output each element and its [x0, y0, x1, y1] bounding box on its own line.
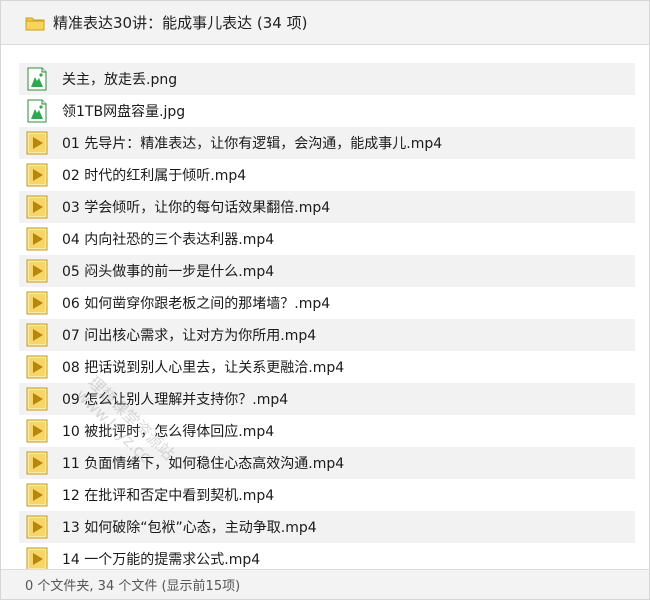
video-file-icon	[26, 387, 48, 411]
file-name: 领1TB网盘容量.jpg	[62, 104, 186, 120]
file-row[interactable]: 13 如何破除“包袱”心态，主动争取.mp4	[19, 511, 635, 543]
file-row[interactable]: 02 时代的红利属于倾听.mp4	[19, 159, 635, 191]
file-row[interactable]: 08 把话说到别人心里去，让关系更融洽.mp4	[19, 351, 635, 383]
folder-icon	[25, 17, 45, 30]
video-file-icon	[26, 131, 48, 155]
image-file-icon	[27, 99, 47, 123]
file-name: 11 负面情绪下，如何稳住心态高效沟通.mp4	[62, 456, 345, 472]
file-name: 07 问出核心需求，让对方为你所用.mp4	[62, 328, 317, 344]
file-row[interactable]: 11 负面情绪下，如何稳住心态高效沟通.mp4	[19, 447, 635, 479]
video-file-icon	[26, 163, 48, 187]
file-name: 03 学会倾听，让你的每句话效果翻倍.mp4	[62, 200, 331, 216]
video-file-icon	[26, 227, 48, 251]
file-name: 13 如何破除“包袱”心态，主动争取.mp4	[62, 520, 317, 536]
file-row[interactable]: 10 被批评时，怎么得体回应.mp4	[19, 415, 635, 447]
file-name: 10 被批评时，怎么得体回应.mp4	[62, 424, 275, 440]
video-file-icon	[26, 451, 48, 475]
window-title: 精准表达30讲：能成事儿表达 (34 项)	[53, 14, 308, 32]
video-file-icon	[26, 483, 48, 507]
file-row[interactable]: 09 怎么让别人理解并支持你？.mp4	[19, 383, 635, 415]
file-name: 14 一个万能的提需求公式.mp4	[62, 552, 261, 568]
file-name: 01 先导片：精准表达，让你有逻辑，会沟通，能成事儿.mp4	[62, 136, 443, 152]
file-name: 02 时代的红利属于倾听.mp4	[62, 168, 247, 184]
status-text: 0 个文件夹, 34 个文件 (显示前15项)	[25, 579, 241, 594]
file-row[interactable]: 05 闷头做事的前一步是什么.mp4	[19, 255, 635, 287]
video-file-icon	[26, 419, 48, 443]
file-name: 06 如何凿穿你跟老板之间的那堵墙？.mp4	[62, 296, 331, 312]
video-file-icon	[26, 291, 48, 315]
file-name: 09 怎么让别人理解并支持你？.mp4	[62, 392, 289, 408]
file-row[interactable]: 关主，放走丢.png	[19, 63, 635, 95]
video-file-icon	[26, 515, 48, 539]
file-name: 12 在批评和否定中看到契机.mp4	[62, 488, 275, 504]
image-file-icon	[27, 67, 47, 91]
file-row[interactable]: 07 问出核心需求，让对方为你所用.mp4	[19, 319, 635, 351]
file-row[interactable]: 01 先导片：精准表达，让你有逻辑，会沟通，能成事儿.mp4	[19, 127, 635, 159]
file-row[interactable]: 04 内向社恐的三个表达利器.mp4	[19, 223, 635, 255]
file-name: 04 内向社恐的三个表达利器.mp4	[62, 232, 275, 248]
video-file-icon	[26, 547, 48, 569]
video-file-icon	[26, 355, 48, 379]
file-name: 08 把话说到别人心里去，让关系更融洽.mp4	[62, 360, 345, 376]
status-bar: 0 个文件夹, 34 个文件 (显示前15项)	[1, 569, 649, 599]
file-list-window: 精准表达30讲：能成事儿表达 (34 项) 关主，放走丢.png 领1TB网盘容量…	[0, 0, 650, 600]
video-file-icon	[26, 259, 48, 283]
file-row[interactable]: 12 在批评和否定中看到契机.mp4	[19, 479, 635, 511]
window-titlebar: 精准表达30讲：能成事儿表达 (34 项)	[1, 1, 649, 45]
file-name: 关主，放走丢.png	[62, 72, 178, 88]
file-row[interactable]: 14 一个万能的提需求公式.mp4	[19, 543, 635, 569]
file-row[interactable]: 领1TB网盘容量.jpg	[19, 95, 635, 127]
file-list: 关主，放走丢.png 领1TB网盘容量.jpg 01 先导片：精准表达，让你有逻辑，…	[19, 63, 635, 569]
file-row[interactable]: 06 如何凿穿你跟老板之间的那堵墙？.mp4	[19, 287, 635, 319]
file-row[interactable]: 03 学会倾听，让你的每句话效果翻倍.mp4	[19, 191, 635, 223]
file-name: 05 闷头做事的前一步是什么.mp4	[62, 264, 275, 280]
video-file-icon	[26, 323, 48, 347]
video-file-icon	[26, 195, 48, 219]
